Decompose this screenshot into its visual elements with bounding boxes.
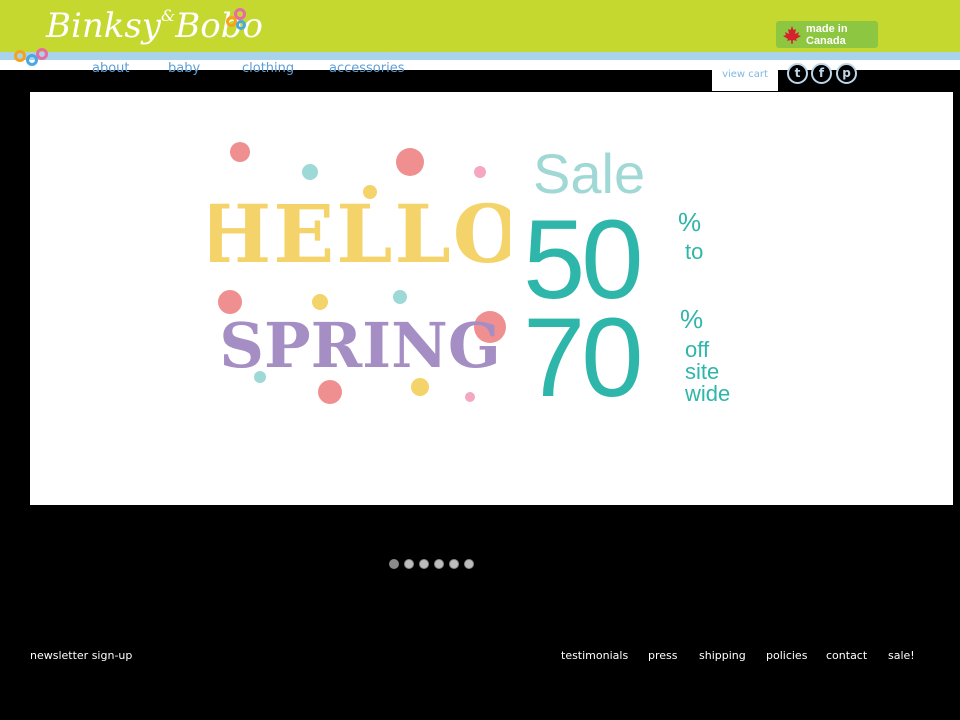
logo-text-binksy: Binksy	[46, 6, 162, 46]
percent-sign-1: %	[678, 207, 702, 237]
footer-link-testimonials[interactable]: testimonials	[561, 649, 628, 662]
nav-about[interactable]: about	[92, 61, 130, 76]
newsletter-signup-link[interactable]: newsletter sign-up	[30, 649, 132, 662]
hero-banner[interactable]: HELLO SPRING Sale 50 % to 70 % off site …	[30, 92, 953, 505]
to-text: to	[685, 239, 704, 264]
footer-link-contact[interactable]: contact	[826, 649, 867, 662]
slider-dot-4[interactable]	[434, 559, 444, 569]
facebook-icon[interactable]: f	[811, 63, 832, 84]
footer-link-policies[interactable]: policies	[766, 649, 807, 662]
logo-ampersand: &	[161, 6, 176, 25]
slider-dot-1[interactable]	[389, 559, 399, 569]
percent-sign-2: %	[680, 304, 704, 334]
nav-clothing[interactable]: clothing	[242, 61, 294, 76]
discount-70: 70	[523, 295, 644, 420]
header-stripe	[0, 52, 960, 60]
twitter-icon[interactable]: t	[787, 63, 808, 84]
view-cart-button[interactable]: view cart	[712, 63, 778, 91]
slider-dot-2[interactable]	[404, 559, 414, 569]
nav-baby[interactable]: baby	[168, 61, 200, 76]
made-in-canada-badge: made in Canada	[776, 21, 878, 48]
spring-text: SPRING	[219, 309, 501, 382]
maple-leaf-icon	[783, 26, 801, 44]
footer-link-press[interactable]: press	[648, 649, 678, 662]
badge-line1: made in	[806, 23, 848, 35]
slider-dot-5[interactable]	[449, 559, 459, 569]
hello-text: HELLO	[210, 187, 510, 281]
pinterest-icon[interactable]: p	[836, 63, 857, 84]
hello-spring-artwork: HELLO SPRING	[210, 142, 510, 404]
footer-link-sale[interactable]: sale!	[888, 649, 915, 662]
logo-bubbles-left-icon	[12, 46, 52, 70]
nav-accessories[interactable]: accessories	[329, 61, 405, 76]
footer-link-shipping[interactable]: shipping	[699, 649, 746, 662]
sale-heading: Sale	[533, 142, 646, 205]
page: Binksy&Bobo made in Canada about baby cl…	[0, 0, 960, 720]
slider-dot-3[interactable]	[419, 559, 429, 569]
wide-text: wide	[685, 381, 731, 406]
logo-bubbles-right-icon	[224, 8, 250, 34]
badge-line2: Canada	[806, 35, 846, 47]
slider-dot-6[interactable]	[464, 559, 474, 569]
